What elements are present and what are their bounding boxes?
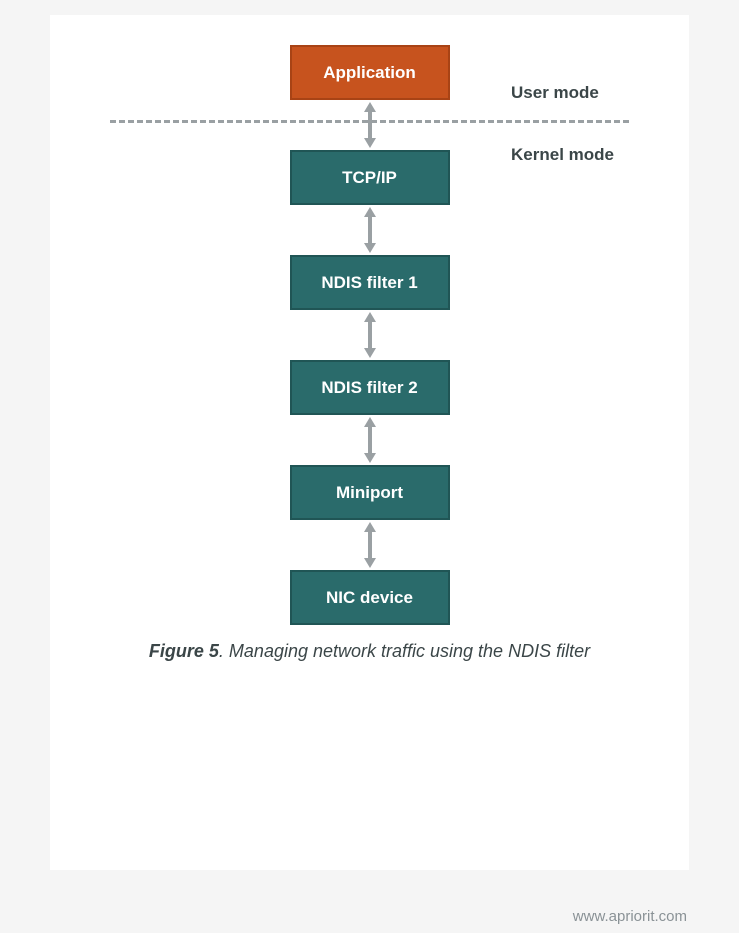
- figure-number: Figure 5: [149, 641, 219, 661]
- figure-caption: Figure 5. Managing network traffic using…: [80, 641, 659, 662]
- bidirectional-arrow-icon: [358, 310, 382, 360]
- footer-link[interactable]: www.apriorit.com: [573, 908, 687, 925]
- bidirectional-arrow-icon: [358, 415, 382, 465]
- box-label: Miniport: [336, 483, 403, 503]
- box-nic-device: NIC device: [290, 570, 450, 625]
- box-ndis-filter-2: NDIS filter 2: [290, 360, 450, 415]
- diagram-stack: Application TCP/IP NDIS filter 1 NDIS fi…: [80, 45, 659, 625]
- bidirectional-arrow-icon: [358, 520, 382, 570]
- diagram-card: User mode Kernel mode Application TCP/IP…: [50, 15, 689, 870]
- box-label: TCP/IP: [342, 168, 397, 188]
- bidirectional-arrow-icon: [358, 205, 382, 255]
- box-label: NDIS filter 1: [321, 273, 417, 293]
- box-label: NIC device: [326, 588, 413, 608]
- figure-text: . Managing network traffic using the NDI…: [219, 641, 590, 661]
- box-application: Application: [290, 45, 450, 100]
- bidirectional-arrow-icon: [358, 100, 382, 150]
- box-label: NDIS filter 2: [321, 378, 417, 398]
- box-tcpip: TCP/IP: [290, 150, 450, 205]
- box-miniport: Miniport: [290, 465, 450, 520]
- box-ndis-filter-1: NDIS filter 1: [290, 255, 450, 310]
- box-label: Application: [323, 63, 416, 83]
